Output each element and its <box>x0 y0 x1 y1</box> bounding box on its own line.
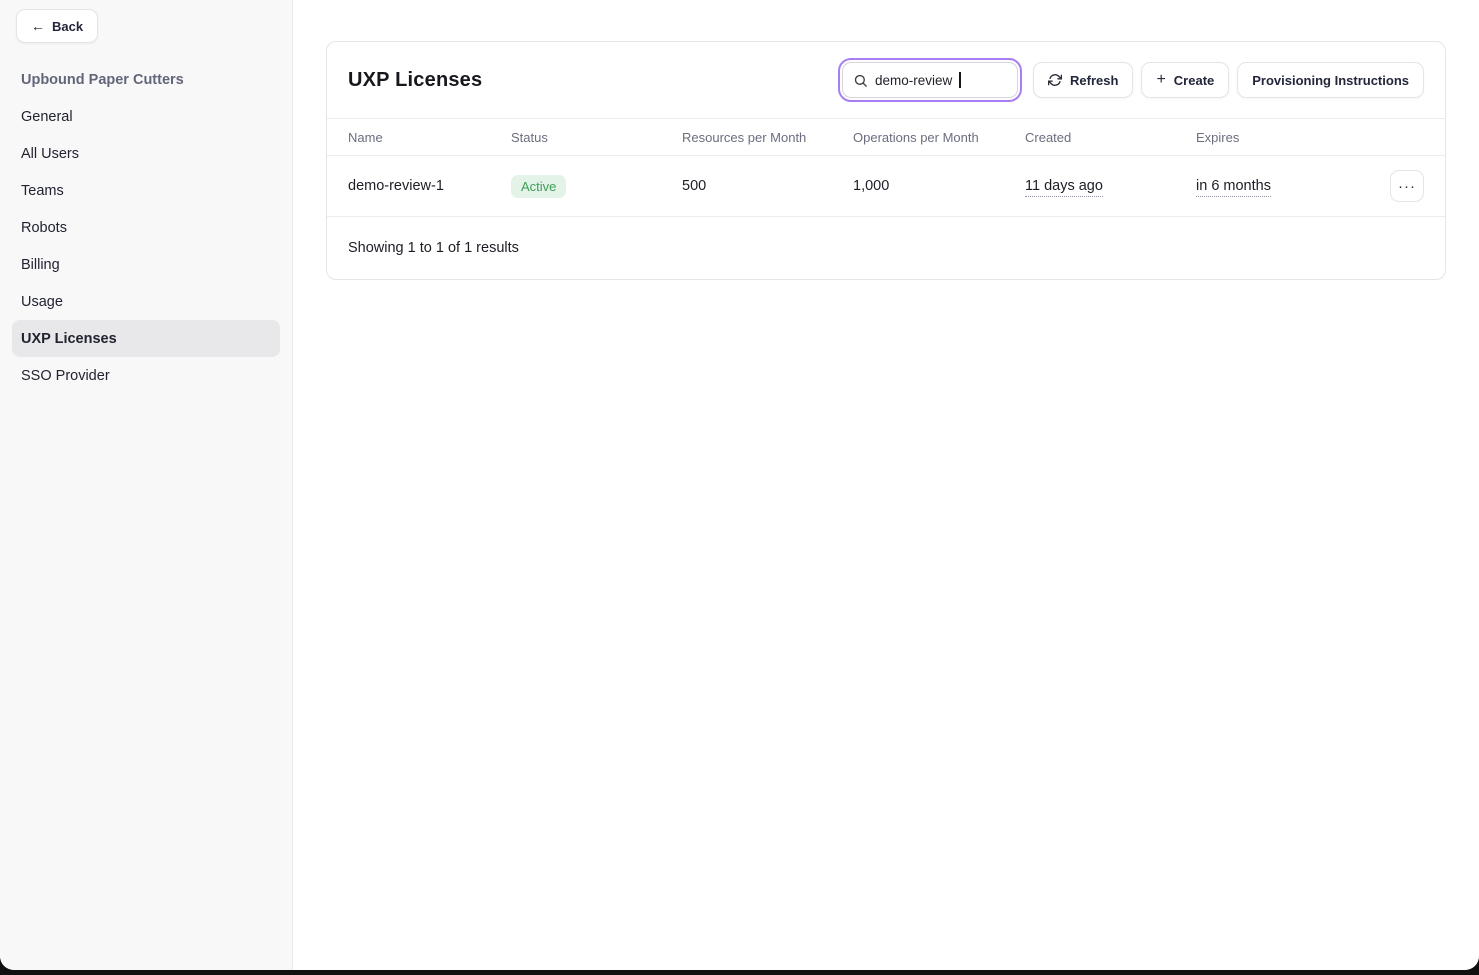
search-icon <box>853 73 868 88</box>
license-resources: 500 <box>682 178 853 194</box>
expires-value[interactable]: in 6 months <box>1196 178 1271 197</box>
table-row: demo-review-1 Active 500 1,000 11 days a… <box>327 156 1445 217</box>
refresh-button-label: Refresh <box>1070 73 1118 88</box>
search-input[interactable]: demo-review <box>842 62 1018 98</box>
header-controls: demo-review Refresh + <box>842 62 1424 98</box>
back-button-label: Back <box>52 19 83 34</box>
main-content: UXP Licenses demo-review <box>293 0 1479 970</box>
column-header-expires: Expires <box>1196 130 1367 145</box>
sidebar-item-sso-provider[interactable]: SSO Provider <box>12 357 280 394</box>
sidebar-item-all-users[interactable]: All Users <box>12 135 280 172</box>
refresh-button[interactable]: Refresh <box>1033 62 1133 98</box>
card-footer: Showing 1 to 1 of 1 results <box>327 217 1445 279</box>
page-title: UXP Licenses <box>348 69 482 92</box>
search-input-value: demo-review <box>875 73 952 88</box>
status-badge: Active <box>511 175 566 198</box>
column-header-status: Status <box>511 130 682 145</box>
column-header-resources: Resources per Month <box>682 130 853 145</box>
license-actions-cell: ··· <box>1390 170 1424 202</box>
license-operations: 1,000 <box>853 178 1025 194</box>
arrow-left-icon: ← <box>31 19 45 33</box>
results-summary: Showing 1 to 1 of 1 results <box>348 240 519 256</box>
sidebar-group-title: Upbound Paper Cutters <box>0 61 292 98</box>
sidebar-nav: General All Users Teams Robots Billing U… <box>0 98 292 394</box>
sidebar-item-teams[interactable]: Teams <box>12 172 280 209</box>
created-value[interactable]: 11 days ago <box>1025 178 1103 197</box>
sidebar-item-general[interactable]: General <box>12 98 280 135</box>
license-name: demo-review-1 <box>348 178 511 194</box>
sidebar-item-usage[interactable]: Usage <box>12 283 280 320</box>
column-header-created: Created <box>1025 130 1196 145</box>
ellipsis-icon: ··· <box>1398 178 1416 195</box>
row-menu-button[interactable]: ··· <box>1390 170 1424 202</box>
sidebar-item-billing[interactable]: Billing <box>12 246 280 283</box>
plus-icon: + <box>1156 72 1165 88</box>
sidebar-item-robots[interactable]: Robots <box>12 209 280 246</box>
create-button-label: Create <box>1174 73 1214 88</box>
provisioning-instructions-button[interactable]: Provisioning Instructions <box>1237 62 1424 98</box>
sidebar-item-uxp-licenses[interactable]: UXP Licenses <box>12 320 280 357</box>
column-header-operations: Operations per Month <box>853 130 1025 145</box>
create-button[interactable]: + Create <box>1141 62 1229 98</box>
license-status-cell: Active <box>511 175 682 198</box>
text-caret <box>959 72 961 88</box>
table-header: Name Status Resources per Month Operatio… <box>327 119 1445 156</box>
back-button[interactable]: ← Back <box>16 9 98 43</box>
license-created-cell: 11 days ago <box>1025 178 1196 194</box>
license-expires-cell: in 6 months <box>1196 178 1367 194</box>
provisioning-instructions-label: Provisioning Instructions <box>1252 73 1409 88</box>
licenses-card: UXP Licenses demo-review <box>326 41 1446 280</box>
sidebar: ← Back Upbound Paper Cutters General All… <box>0 0 293 970</box>
app-window: ← Back Upbound Paper Cutters General All… <box>0 0 1479 970</box>
column-header-name: Name <box>348 130 511 145</box>
refresh-icon <box>1048 73 1062 87</box>
card-header: UXP Licenses demo-review <box>327 42 1445 119</box>
